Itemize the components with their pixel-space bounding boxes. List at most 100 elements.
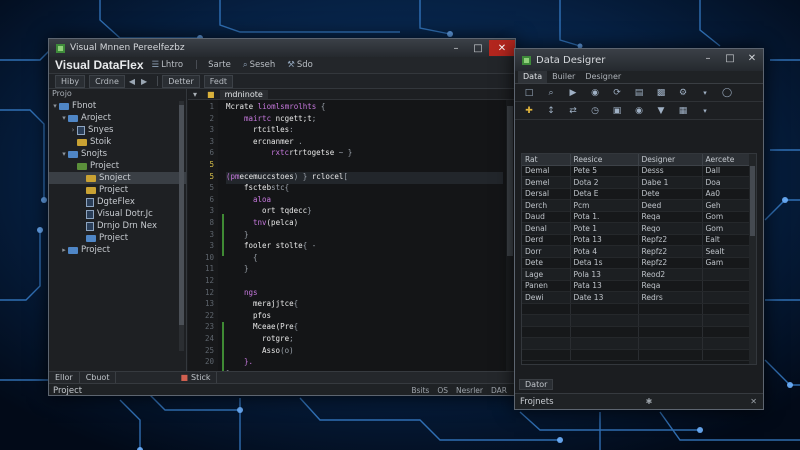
table-cell[interactable] [702,314,751,327]
table-cell[interactable]: Lage [522,268,571,281]
table-cell[interactable]: Deta E [570,188,639,200]
tree-item[interactable]: Project [49,232,186,244]
table-cell[interactable] [638,349,703,361]
code-line[interactable] [226,160,503,172]
toolbar-button-crdne[interactable]: Crdne [89,74,125,88]
table-cell[interactable]: Repfz2 [638,245,703,258]
code-line[interactable]: }. [226,357,503,369]
nav-back-icon[interactable]: ◀ [129,77,135,86]
minimize-icon[interactable]: – [445,40,467,56]
table-row[interactable]: Demel Dota 2 Dabe 1 Doa [522,176,751,189]
table-cell[interactable]: Pata 13 [570,280,639,292]
expand-toggle-icon[interactable]: ▸ [60,246,68,254]
table-cell[interactable]: Dabe 1 [638,176,703,189]
table-row[interactable] [522,303,751,315]
toolbar-button-hiby[interactable]: Hiby [55,74,86,88]
table-cell[interactable]: Daud [522,211,571,223]
table-cell[interactable]: Pcm [570,199,639,212]
tree-item[interactable]: ▸ Project [49,244,186,256]
table-row[interactable]: Dorr Pota 4 Repfz2 Sealt [522,245,751,258]
table-cell[interactable] [570,349,639,361]
code-line[interactable]: Asso(o) [226,346,503,358]
table-cell[interactable]: Reod2 [638,268,703,281]
tab-mdninote[interactable]: mdninote [219,89,268,99]
code-line[interactable]: rotgre; [226,334,503,346]
table-cell[interactable]: Deta 1s [570,257,639,269]
new-file-icon[interactable]: □ [523,87,535,99]
table-cell[interactable]: Panen [522,280,571,292]
table-cell[interactable] [702,268,751,281]
close-icon[interactable]: ✕ [741,50,763,66]
table-cell[interactable]: Dorr [522,245,571,258]
code-line[interactable]: rtcitles: [226,125,503,137]
bookmark-icon[interactable]: ■ [202,90,220,99]
table-row[interactable] [522,337,751,350]
table-row[interactable] [522,349,751,361]
code-line[interactable]: fsctebstc{ [226,183,503,195]
expand-toggle-icon[interactable]: › [69,126,77,134]
scroll-thumb[interactable] [179,105,184,325]
table-cell[interactable] [570,326,639,338]
editor-scrollbar[interactable] [506,100,514,371]
table-cell[interactable]: Repfz2 [638,257,703,269]
table-cell[interactable] [570,303,639,315]
tab-cbuot[interactable]: Cbuot [80,372,117,383]
explorer-scrollbar[interactable] [179,101,184,351]
table-row[interactable]: Daud Pota 1. Reqa Gom [522,211,751,223]
table-cell[interactable]: Derd [522,234,571,246]
search-icon[interactable]: ⌕ [545,87,557,99]
table-row[interactable]: Derd Pota 13 Repfz2 Ealt [522,234,751,246]
code-line[interactable]: aloa [226,195,503,207]
table-cell[interactable]: Ealt [702,234,751,246]
code-line[interactable]: } [226,230,503,242]
table-cell[interactable] [638,326,703,338]
table-cell[interactable]: Repfz2 [638,234,703,246]
table-cell[interactable]: Geh [702,199,751,212]
filter-icon[interactable]: ▼ [655,105,667,117]
maximize-icon[interactable]: □ [719,50,741,66]
table-row[interactable]: Denal Pote 1 Reqo Gom [522,222,751,235]
tree-item[interactable]: › Snyes [49,124,186,136]
code-line[interactable]: ngs [226,288,503,300]
tab-stick[interactable]: ■ Stick [174,372,218,383]
table-row[interactable] [522,326,751,338]
table-cell[interactable]: Pota 13 [570,234,639,246]
table-cell[interactable] [702,280,751,292]
menu-item-sdo[interactable]: ⚒ Sdo [287,60,313,70]
table-cell[interactable] [522,314,571,327]
close-icon[interactable]: ✕ [750,397,757,406]
tree-item[interactable]: Visual Dotr.Jc [49,208,186,220]
code-line[interactable]: Mcrate liomlsmrolhts { [226,102,503,114]
table-cell[interactable]: Gam [702,257,751,269]
table-row[interactable]: Lage Pola 13 Reod2 [522,268,751,281]
table-cell[interactable] [522,326,571,338]
table-row[interactable] [522,314,751,327]
column-header[interactable]: Reesice [570,154,639,166]
tab-nav-icon[interactable]: ▾ [188,90,202,99]
ide-titlebar[interactable]: Visual Mnnen Pereelfezbz – □ ✕ [49,39,515,57]
toolbar-button-fedt[interactable]: Fedt [203,74,234,88]
run-icon[interactable]: ▶ [567,87,579,99]
menu-item-sarte[interactable]: Sarte [208,60,231,70]
tree-item[interactable]: ▾ Aroject [49,112,186,124]
scroll-thumb[interactable] [507,106,513,256]
column-header[interactable]: Rat [522,154,571,166]
table-row[interactable]: Dersal Deta E Dete Aa0 [522,188,751,200]
tree-item[interactable]: Drnjo Drn Nex [49,220,186,232]
code-line[interactable] [226,276,503,288]
table-row[interactable]: Demal Pete 5 Desss Dall [522,165,751,177]
menu-item-lhtro[interactable]: ☰ Lhtro [152,60,184,70]
code-line[interactable]: pfos [226,311,503,323]
table-cell[interactable]: Gom [702,211,751,223]
tab-dator[interactable]: Dator [519,379,554,390]
table-icon[interactable]: ▦ [677,105,689,117]
table-cell[interactable]: Aa0 [702,188,751,200]
chart-icon[interactable]: ▩ [655,87,667,99]
table-cell[interactable]: Denal [522,222,571,235]
table-cell[interactable]: Redrs [638,291,703,304]
table-cell[interactable] [638,314,703,327]
expand-toggle-icon[interactable]: ▾ [51,102,59,110]
table-cell[interactable]: Desss [638,165,703,177]
tree-item[interactable]: Stoik [49,136,186,148]
scroll-thumb[interactable] [750,166,755,236]
